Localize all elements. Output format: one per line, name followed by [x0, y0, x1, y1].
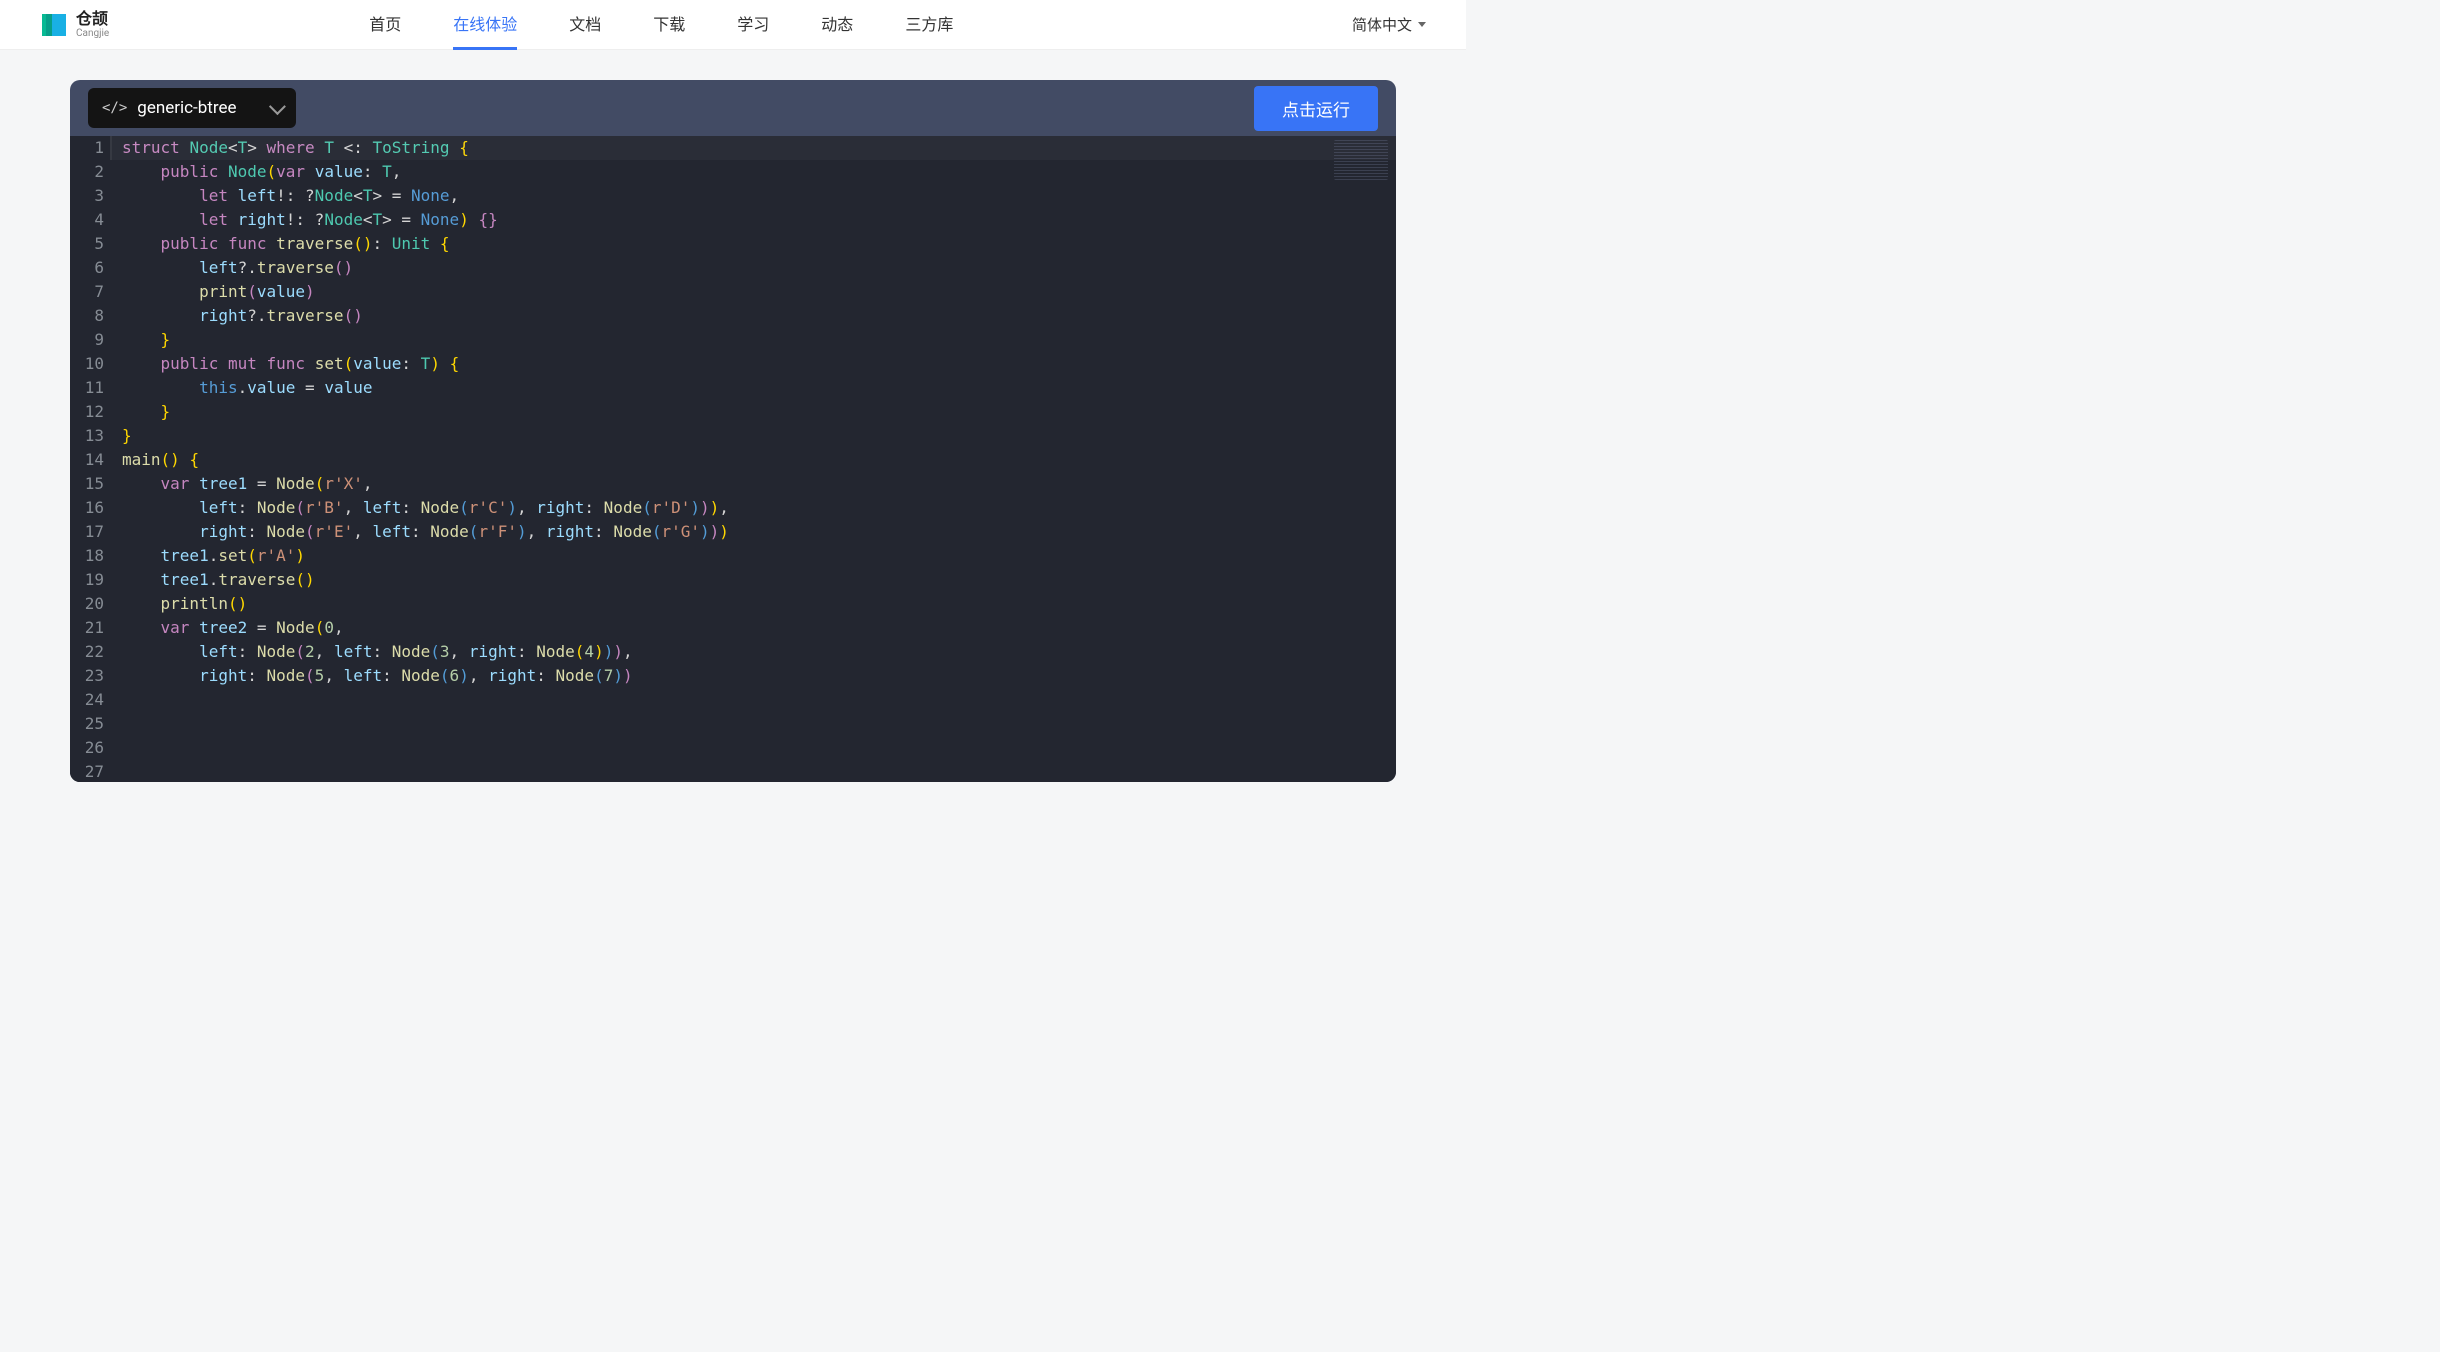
line-number: 20: [76, 592, 104, 616]
code-line[interactable]: left: Node(r'B', left: Node(r'C'), right…: [114, 496, 1396, 520]
code-line[interactable]: public func traverse(): Unit {: [114, 232, 1396, 256]
code-line[interactable]: right?.traverse(): [114, 304, 1396, 328]
line-number: 14: [76, 448, 104, 472]
line-number: 17: [76, 520, 104, 544]
nav-item[interactable]: 学习: [737, 0, 769, 50]
playground: </> generic-btree 点击运行 12345678910111213…: [70, 80, 1396, 782]
nav-item[interactable]: 三方库: [905, 0, 953, 50]
code-line[interactable]: let left!: ?Node<T> = None,: [114, 184, 1396, 208]
nav-item[interactable]: 首页: [369, 0, 401, 50]
code-line[interactable]: public Node(var value: T,: [114, 160, 1396, 184]
toolbar: </> generic-btree 点击运行: [70, 80, 1396, 136]
line-number: 22: [76, 640, 104, 664]
nav-item[interactable]: 文档: [569, 0, 601, 50]
scrollbar[interactable]: [1384, 136, 1394, 782]
code-line[interactable]: left: Node(2, left: Node(3, right: Node(…: [114, 640, 1396, 664]
code-line[interactable]: let right!: ?Node<T> = None) {}: [114, 208, 1396, 232]
line-number: 13: [76, 424, 104, 448]
code-area[interactable]: struct Node<T> where T <: ToString { pub…: [114, 136, 1396, 782]
language-label: 简体中文: [1352, 14, 1412, 35]
nav-item[interactable]: 下载: [653, 0, 685, 50]
line-number: 15: [76, 472, 104, 496]
code-line[interactable]: var tree2 = Node(0,: [114, 616, 1396, 640]
code-line[interactable]: print(value): [114, 280, 1396, 304]
line-number: 11: [76, 376, 104, 400]
line-number: 25: [76, 712, 104, 736]
code-line[interactable]: left?.traverse(): [114, 256, 1396, 280]
code-line[interactable]: var tree1 = Node(r'X',: [114, 472, 1396, 496]
line-number: 2: [76, 160, 104, 184]
line-number: 7: [76, 280, 104, 304]
line-number: 16: [76, 496, 104, 520]
run-button[interactable]: 点击运行: [1254, 86, 1378, 131]
line-number: 19: [76, 568, 104, 592]
line-number: 10: [76, 352, 104, 376]
line-number: 27: [76, 760, 104, 782]
logo-text: 仓颉 Cangjie: [76, 11, 109, 39]
code-line[interactable]: struct Node<T> where T <: ToString {: [114, 136, 1396, 160]
line-number: 3: [76, 184, 104, 208]
logo[interactable]: 仓颉 Cangjie: [40, 11, 109, 39]
line-number: 21: [76, 616, 104, 640]
code-line[interactable]: }: [114, 328, 1396, 352]
code-line[interactable]: this.value = value: [114, 376, 1396, 400]
code-icon: </>: [102, 100, 127, 116]
chevron-down-icon: [269, 98, 286, 115]
nav-item[interactable]: 动态: [821, 0, 853, 50]
line-number: 1: [76, 136, 104, 160]
code-line[interactable]: println(): [114, 592, 1396, 616]
line-number: 24: [76, 688, 104, 712]
line-number: 6: [76, 256, 104, 280]
code-line[interactable]: right: Node(5, left: Node(6), right: Nod…: [114, 664, 1396, 688]
line-number: 18: [76, 544, 104, 568]
line-number: 4: [76, 208, 104, 232]
line-number: 23: [76, 664, 104, 688]
file-selector[interactable]: </> generic-btree: [88, 88, 296, 128]
minimap[interactable]: [1334, 140, 1388, 180]
line-number: 9: [76, 328, 104, 352]
logo-en: Cangjie: [76, 29, 109, 39]
code-line[interactable]: tree1.traverse(): [114, 568, 1396, 592]
header: 仓颉 Cangjie 首页 在线体验 文档 下载 学习 动态 三方库 简体中文: [0, 0, 1466, 50]
code-line[interactable]: main() {: [114, 448, 1396, 472]
line-number: 8: [76, 304, 104, 328]
nav-item[interactable]: 在线体验: [453, 0, 517, 50]
line-number: 26: [76, 736, 104, 760]
code-line[interactable]: }: [114, 424, 1396, 448]
logo-cn: 仓颉: [76, 11, 109, 27]
code-line[interactable]: }: [114, 400, 1396, 424]
language-selector[interactable]: 简体中文: [1352, 14, 1426, 35]
line-number: 12: [76, 400, 104, 424]
code-editor[interactable]: 1234567891011121314151617181920212223242…: [70, 136, 1396, 782]
chevron-down-icon: [1418, 22, 1426, 27]
code-line[interactable]: right: Node(r'E', left: Node(r'F'), righ…: [114, 520, 1396, 544]
line-number: 5: [76, 232, 104, 256]
code-line[interactable]: tree1.set(r'A'): [114, 544, 1396, 568]
filename-label: generic-btree: [137, 98, 236, 118]
gutter: 1234567891011121314151617181920212223242…: [70, 136, 114, 782]
nav: 首页 在线体验 文档 下载 学习 动态 三方库: [369, 0, 953, 50]
code-line[interactable]: public mut func set(value: T) {: [114, 352, 1396, 376]
logo-icon: [40, 12, 70, 38]
